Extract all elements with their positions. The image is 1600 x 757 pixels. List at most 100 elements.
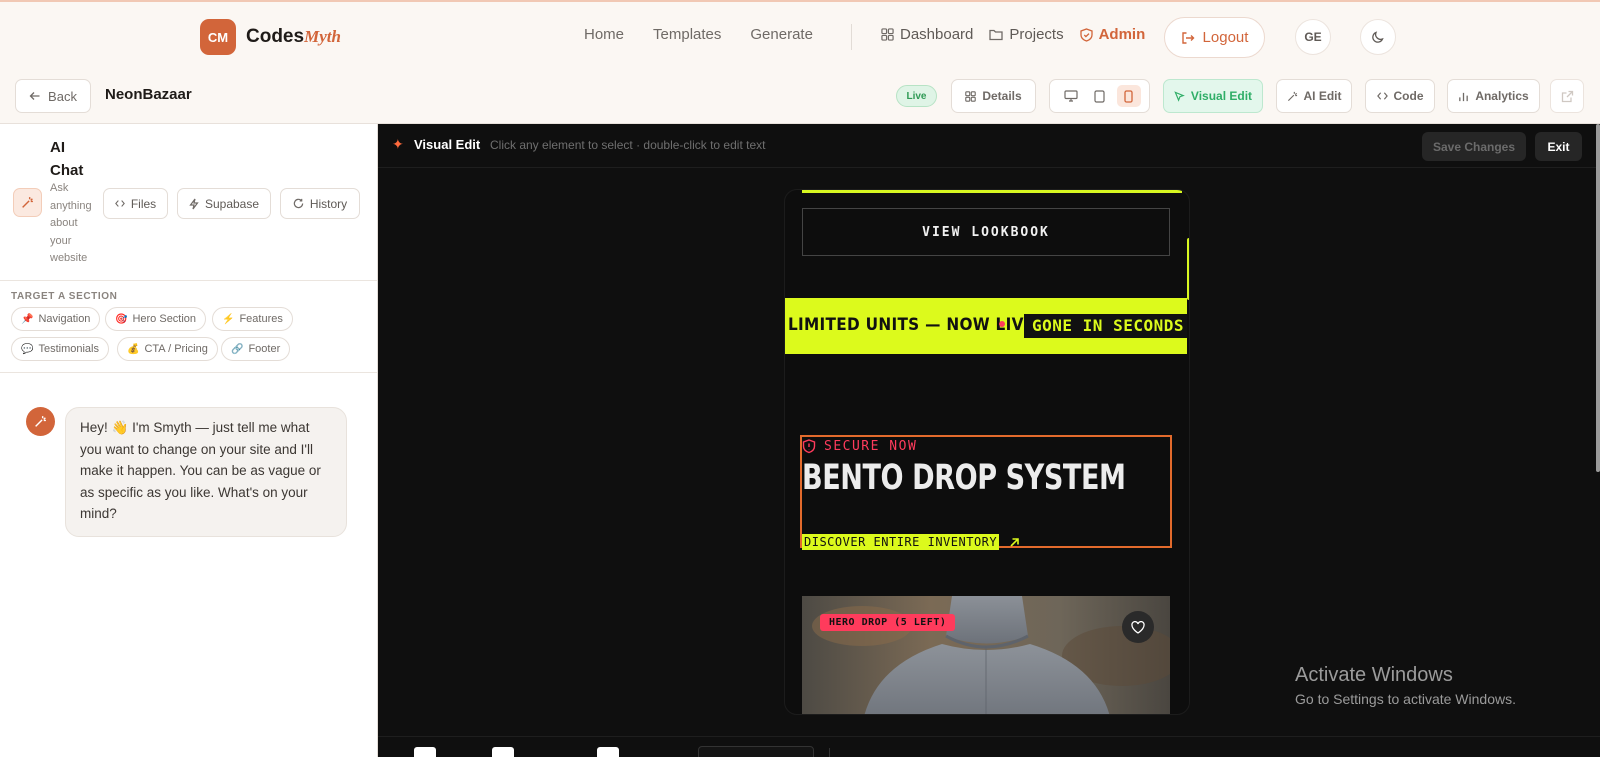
code-label: Code [1393,89,1424,103]
chat-subtitle: Ask anything about your website [50,182,92,264]
history-label: History [309,196,348,211]
folder-icon [989,29,1004,41]
logout-button[interactable]: Logout [1164,17,1265,58]
code-icon [114,200,125,207]
desktop-view-button[interactable] [1059,85,1083,107]
bottom-tool-2[interactable] [492,747,514,757]
magic-wand-icon [22,197,33,208]
nav-admin-label: Admin [1098,26,1146,43]
section-chip-footer[interactable]: 🔗 Footer [221,337,291,361]
bottom-tool-3[interactable] [597,747,619,757]
section-chip-navigation[interactable]: 📌 Navigation [11,307,101,331]
bottom-input[interactable] [698,746,814,757]
preview-scrollbar[interactable] [1187,238,1189,300]
marquee-banner[interactable]: LIMITED UNITS — NOW LIVE GONE IN SECONDS [785,298,1187,354]
marquee-text: LIMITED UNITS — NOW LIVE [788,315,1035,335]
link-icon: 🔗 [231,343,244,355]
phone-icon [1124,89,1133,103]
tablet-view-button[interactable] [1088,85,1112,107]
device-switcher [1049,79,1150,113]
watermark-line1: Activate Windows [1295,664,1453,686]
grid-icon [881,28,894,41]
supabase-button[interactable]: Supabase [177,188,271,219]
nav-home[interactable]: Home [584,26,624,43]
section-chip-label: CTA / Pricing [144,343,208,355]
nav-admin[interactable]: Admin [1079,26,1146,43]
editor-scrollbar[interactable] [1596,124,1600,472]
section-chip-label: Testimonials [38,343,99,355]
hero-title[interactable]: BENTO DROP SYSTEM [802,458,1126,498]
brand-logo[interactable]: CM CodesMyth [200,19,341,55]
files-button[interactable]: Files [103,188,168,219]
section-chip-cta[interactable]: 💰 CTA / Pricing [117,337,218,361]
back-button[interactable]: Back [15,79,91,113]
open-external-button[interactable] [1550,79,1584,113]
logo-accent: Myth [304,27,341,46]
nav-dashboard[interactable]: Dashboard [881,26,973,43]
ai-chat-logo [13,188,42,217]
money-bag-icon: 💰 [127,343,140,355]
external-link-icon [1561,90,1573,102]
visual-edit-label: Visual Edit [1190,89,1253,103]
tablet-icon [1094,89,1105,103]
logo-name: Codes [246,26,305,47]
favorite-button[interactable] [1122,611,1154,643]
shield-alert-icon [802,439,816,454]
project-toolbar: Back NeonBazaar Live Details Visual Edit… [0,72,1600,124]
moon-icon [1372,31,1384,43]
section-chip-testimonials[interactable]: 💬 Testimonials [11,337,109,361]
section-chip-hero[interactable]: 🎯 Hero Section [105,307,207,331]
chat-title: AI Chat [50,139,84,179]
project-name: NeonBazaar [105,86,192,103]
windows-activation-watermark: Activate Windows Go to Settings to activ… [1295,664,1516,707]
theme-toggle-button[interactable] [1360,19,1396,55]
analytics-button[interactable]: Analytics [1447,79,1540,113]
ai-chat-panel: AI Chat Ask anything about your website … [0,124,378,757]
back-label: Back [48,88,77,104]
section-chip-features[interactable]: ⚡ Features [212,307,293,331]
nav-right: Dashboard Projects Admin [881,26,1145,43]
top-navbar: CM CodesMyth Home Templates Generate Das… [0,0,1600,72]
grid-icon [965,90,977,102]
nav-projects[interactable]: Projects [989,26,1064,43]
nav-dashboard-label: Dashboard [900,26,974,43]
visual-editor: ✦ Visual Edit Click any element to selec… [378,124,1600,757]
sparkle-icon: ✦ [392,137,404,153]
accent-line [802,190,1182,193]
nav-generate[interactable]: Generate [750,26,813,43]
analytics-label: Analytics [1475,89,1529,103]
mobile-view-button[interactable] [1116,85,1141,107]
logout-icon [1181,31,1195,44]
arrow-up-right-icon [1010,537,1019,547]
ai-edit-button[interactable]: AI Edit [1276,79,1352,113]
nav-links: Home Templates Generate [584,26,813,43]
arrow-left-icon [29,92,40,100]
view-lookbook-button[interactable]: VIEW LOOKBOOK [802,208,1170,256]
marquee-highlight: GONE IN SECONDS [1024,314,1187,338]
code-button[interactable]: Code [1365,79,1435,113]
discover-link[interactable]: DISCOVER ENTIRE INVENTORY [802,534,1020,550]
files-label: Files [130,196,157,211]
mobile-preview-frame[interactable]: VIEW LOOKBOOK LIMITED UNITS — NOW LIVE G… [784,189,1190,715]
history-button[interactable]: History [280,188,360,219]
discover-label: DISCOVER ENTIRE INVENTORY [802,534,1000,550]
visual-edit-button[interactable]: Visual Edit [1163,79,1263,113]
section-chip-label: Footer [248,343,281,355]
cursor-icon [1174,90,1185,102]
refresh-icon [293,198,304,209]
code-icon [1376,92,1388,100]
target-icon: 🎯 [115,313,128,325]
shield-icon [1079,27,1093,42]
save-changes-button[interactable]: Save Changes [1422,132,1526,161]
details-button[interactable]: Details [951,79,1036,113]
exit-button[interactable]: Exit [1535,132,1582,161]
nav-templates[interactable]: Templates [653,26,721,43]
details-label: Details [982,89,1022,103]
secure-tagline[interactable]: SECURE NOW [802,439,917,454]
editor-toolbar: ✦ Visual Edit Click any element to selec… [378,124,1600,168]
bottom-tool-1[interactable] [414,747,436,757]
monitor-icon [1063,90,1078,102]
pin-icon: 📌 [21,313,34,325]
target-section-picker: TARGET A SECTION 📌 Navigation 🎯 Hero Sec… [0,281,377,373]
user-avatar[interactable]: GE [1295,19,1331,55]
